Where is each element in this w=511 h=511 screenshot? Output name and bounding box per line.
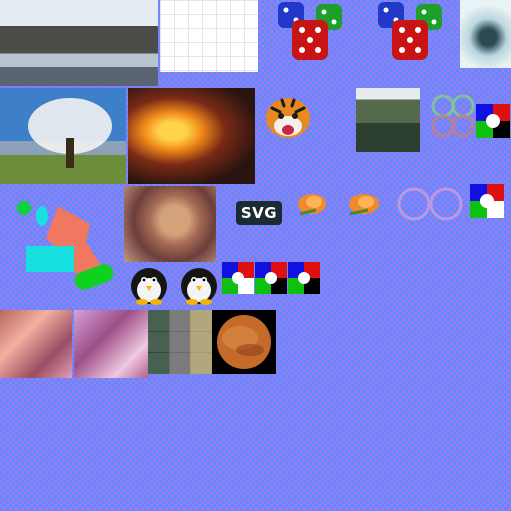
rgb-quadrant-icon (470, 184, 504, 218)
collage-cell (191, 353, 212, 374)
penguin-icon (124, 264, 174, 306)
portrait-photo (124, 186, 216, 262)
collage-cell (191, 310, 212, 331)
collage-cell (148, 331, 169, 353)
glass-ring-icon (394, 186, 468, 222)
svg-badge-label: SVG (240, 204, 278, 222)
penguin-icon (174, 264, 224, 306)
collage-cell (169, 310, 191, 331)
fire-breather-photo (128, 88, 255, 184)
rose-icon (344, 190, 384, 222)
color-shapes-icon (14, 198, 114, 298)
rgb-quadrant-icon (476, 104, 510, 138)
winter-river-photo (0, 0, 158, 86)
collage-cell (191, 331, 212, 353)
collage-cell (148, 353, 169, 374)
collage-photo (148, 310, 212, 374)
sea-photo (460, 0, 511, 68)
puzzle-photo (160, 0, 258, 72)
valley-photo (356, 88, 420, 152)
dice-icon (272, 0, 348, 70)
dice-icon (372, 0, 448, 70)
collage-cell (169, 353, 191, 374)
collage-cell (148, 310, 169, 331)
mars-planet-photo (212, 310, 276, 374)
abstract-photo (0, 310, 72, 378)
collage-cell (169, 331, 191, 353)
abstract-photo (74, 310, 148, 378)
rgb-quadrant-icon (222, 262, 320, 296)
svg-badge: SVG (236, 201, 282, 225)
rose-icon (294, 190, 332, 222)
blossom-tree-photo (0, 88, 126, 184)
tiger-icon (262, 90, 314, 142)
